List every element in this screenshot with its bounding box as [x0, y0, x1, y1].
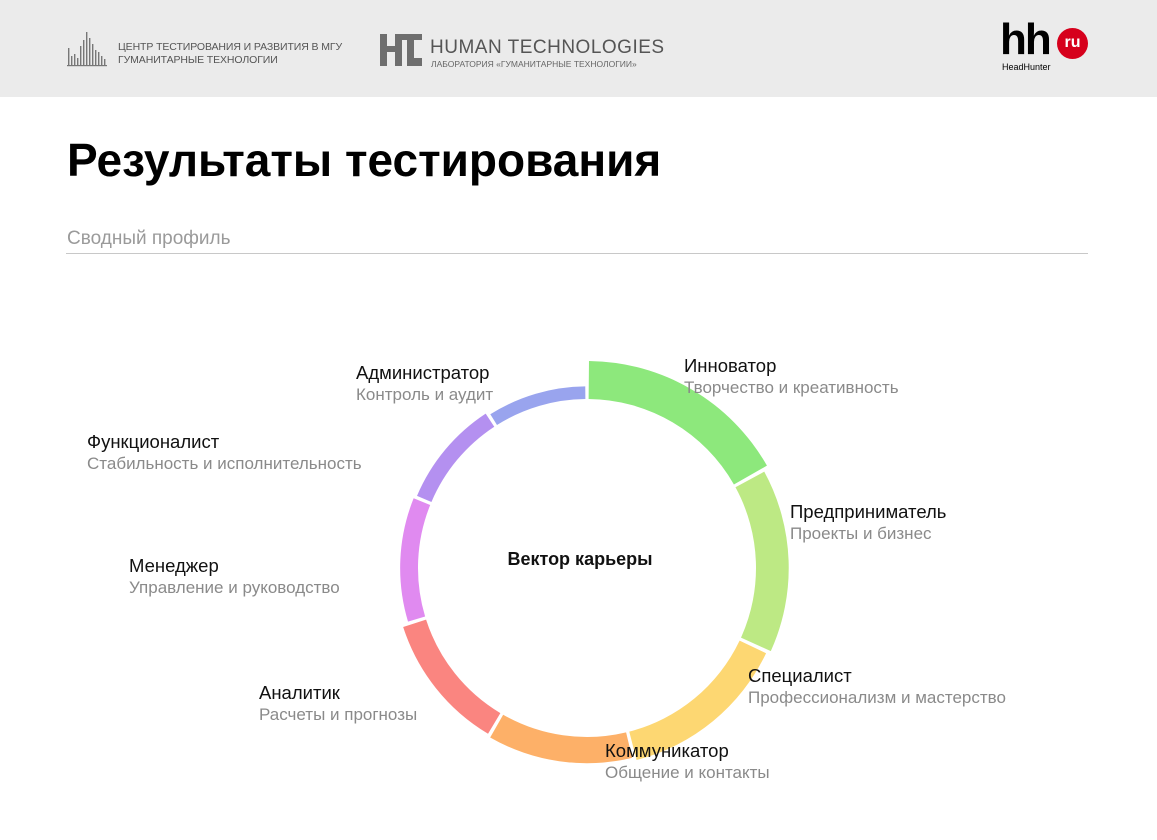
segment-description-label: Управление и руководство — [129, 578, 340, 597]
ring-segment-5 — [403, 619, 501, 734]
segment-name-label: Администратор — [356, 362, 489, 383]
ring-segment-6 — [400, 498, 431, 622]
ring-segment-2 — [735, 471, 789, 652]
segment-description-label: Контроль и аудит — [356, 385, 493, 404]
segment-name-label: Функционалист — [87, 431, 220, 452]
segment-description-label: Творчество и креативность — [684, 378, 899, 397]
segment-name-label: Коммуникатор — [605, 740, 729, 761]
segment-name-label: Аналитик — [259, 682, 341, 703]
segment-name-label: Менеджер — [129, 555, 219, 576]
segment-description-label: Расчеты и прогнозы — [259, 705, 417, 724]
segment-description-label: Профессионализм и мастерство — [748, 688, 1006, 707]
segment-description-label: Проекты и бизнес — [790, 524, 932, 543]
center-label: Вектор карьеры — [507, 549, 652, 569]
segment-name-label: Специалист — [748, 665, 852, 686]
segment-name-label: Предприниматель — [790, 501, 946, 522]
segment-description-label: Общение и контакты — [605, 763, 770, 782]
segment-description-label: Стабильность и исполнительность — [87, 454, 362, 473]
ring-segment-7 — [417, 413, 495, 502]
career-vector-ring-chart: Инноватор Творчество и креативность Предпр… — [87, 355, 1006, 782]
segment-name-label: Инноватор — [684, 355, 776, 376]
ring-segment-8 — [490, 386, 586, 425]
